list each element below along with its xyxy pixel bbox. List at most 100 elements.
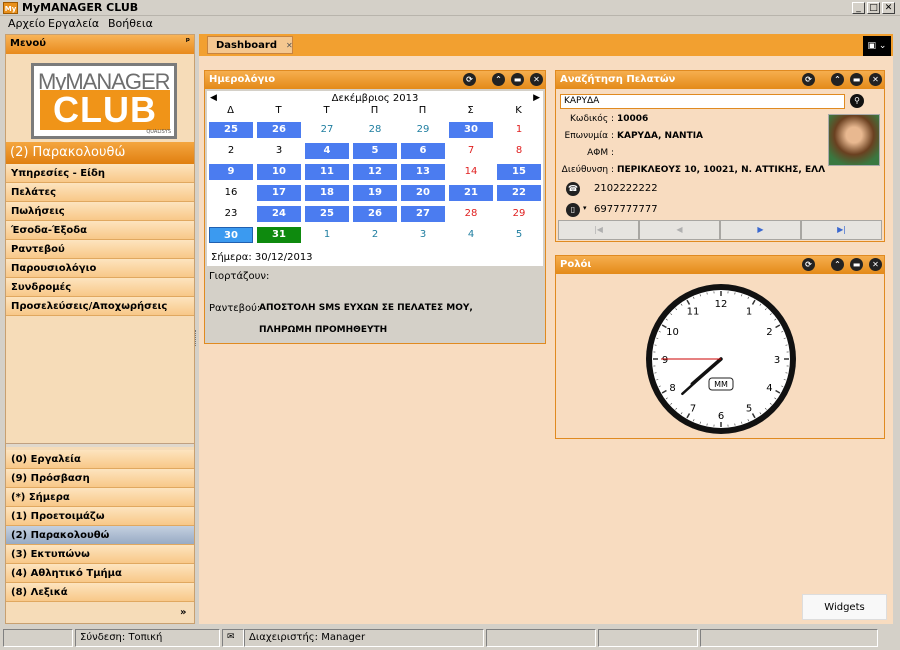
menu-tools[interactable]: Εργαλεία	[48, 17, 99, 30]
calendar-day[interactable]: 27	[305, 122, 349, 138]
search-icon[interactable]: ⚲	[850, 94, 864, 108]
more-chevron-icon[interactable]: »	[180, 607, 186, 618]
calendar-day[interactable]: 17	[257, 185, 301, 201]
minimize-icon[interactable]: ▬	[850, 258, 863, 271]
group-dictionaries[interactable]: (8) Λεξικά	[6, 583, 194, 602]
calendar-day[interactable]: 29	[401, 122, 445, 138]
calendar-day[interactable]: 3	[401, 227, 445, 243]
group-today[interactable]: (*) Σήμερα	[6, 488, 194, 507]
calendar-day[interactable]: 26	[257, 122, 301, 138]
calendar-day[interactable]: 29	[497, 206, 541, 222]
menu-file[interactable]: Αρχείο	[8, 17, 45, 30]
close-icon[interactable]: ✕	[530, 73, 543, 86]
close-button[interactable]: ✕	[882, 2, 895, 14]
refresh-icon[interactable]: ⟳	[802, 258, 815, 271]
collapse-icon[interactable]: ⌃	[831, 73, 844, 86]
clock-number: 9	[662, 355, 668, 366]
calendar-day[interactable]: 21	[449, 185, 493, 201]
first-record-button[interactable]: |◀	[558, 220, 639, 240]
close-icon[interactable]: ✕	[869, 73, 882, 86]
mobile-icon[interactable]: ▯	[566, 203, 580, 217]
sidebar-item-checkins[interactable]: Προσελεύσεις/Αποχωρήσεις	[6, 297, 194, 316]
group-prepare[interactable]: (1) Προετοιμάζω	[6, 507, 194, 526]
calendar-day[interactable]: 10	[257, 164, 301, 180]
last-record-button[interactable]: ▶|	[801, 220, 882, 240]
calendar-day[interactable]: 25	[209, 122, 253, 138]
calendar-day[interactable]: 14	[449, 164, 493, 180]
pin-icon[interactable]: ᵖ	[186, 37, 190, 47]
widgets-button[interactable]: Widgets	[802, 594, 887, 620]
prev-record-button[interactable]: ◀	[639, 220, 720, 240]
calendar-day[interactable]: 13	[401, 164, 445, 180]
sidebar-item-income-expenses[interactable]: Έσοδα-Έξοδα	[6, 221, 194, 240]
collapse-icon[interactable]: ⌃	[831, 258, 844, 271]
group-access[interactable]: (9) Πρόσβαση	[6, 469, 194, 488]
calendar-day[interactable]: 30	[449, 122, 493, 138]
calendar-day[interactable]: 3	[257, 143, 301, 159]
mobile-dropdown-icon[interactable]: ▾	[583, 204, 587, 212]
next-month-icon[interactable]: ▶	[533, 93, 540, 103]
calendar-day[interactable]: 16	[209, 185, 253, 201]
group-splitter[interactable]	[6, 443, 194, 447]
tab-menu-button[interactable]: ▣ ⌄	[863, 36, 891, 56]
calendar-day[interactable]: 25	[305, 206, 349, 222]
calendar-day[interactable]: 4	[449, 227, 493, 243]
calendar-day[interactable]: 12	[353, 164, 397, 180]
calendar-day[interactable]: 24	[257, 206, 301, 222]
sidebar-item-customers[interactable]: Πελάτες	[6, 183, 194, 202]
calendar-day[interactable]: 1	[497, 122, 541, 138]
calendar-day[interactable]: 27	[401, 206, 445, 222]
sidebar-item-subscriptions[interactable]: Συνδρομές	[6, 278, 194, 297]
calendar-day[interactable]: 20	[401, 185, 445, 201]
minimize-icon[interactable]: ▬	[511, 73, 524, 86]
calendar-day[interactable]: 26	[353, 206, 397, 222]
calendar-day[interactable]: 6	[401, 143, 445, 159]
weekday-header: Δ	[227, 105, 234, 116]
menu-help[interactable]: Βοήθεια	[108, 17, 153, 30]
refresh-icon[interactable]: ⟳	[463, 73, 476, 86]
calendar-day[interactable]: 28	[353, 122, 397, 138]
phone-icon[interactable]: ☎	[566, 182, 580, 196]
calendar-day[interactable]: 2	[209, 143, 253, 159]
calendar-day[interactable]: 28	[449, 206, 493, 222]
pane-resizer[interactable]	[195, 330, 198, 346]
calendar-day[interactable]: 5	[353, 143, 397, 159]
clock-number: 10	[666, 327, 679, 338]
address-label: Διεύθυνση :	[561, 165, 614, 175]
group-sports[interactable]: (4) Αθλητικό Τμήμα	[6, 564, 194, 583]
sidebar-item-appointments[interactable]: Ραντεβού	[6, 240, 194, 259]
tab-close-icon[interactable]: ✕	[286, 41, 293, 50]
sidebar-item-attendance[interactable]: Παρουσιολόγιο	[6, 259, 194, 278]
sidebar-item-sales[interactable]: Πωλήσεις	[6, 202, 194, 221]
calendar-day[interactable]: 19	[353, 185, 397, 201]
calendar-day[interactable]: 4	[305, 143, 349, 159]
calendar-day[interactable]: 23	[209, 206, 253, 222]
calendar-day[interactable]: 1	[305, 227, 349, 243]
minimize-icon[interactable]: ▬	[850, 73, 863, 86]
maximize-button[interactable]: □	[867, 2, 880, 14]
calendar-day[interactable]: 9	[209, 164, 253, 180]
weekday-header: Τ	[275, 105, 282, 116]
calendar-day[interactable]: 7	[449, 143, 493, 159]
calendar-day[interactable]: 30	[209, 227, 253, 243]
calendar-day[interactable]: 11	[305, 164, 349, 180]
calendar-day[interactable]: 15	[497, 164, 541, 180]
appointment-item: ΠΛΗΡΩΜΗ ΠΡΟΜΗΘΕΥΤΗ	[259, 325, 388, 335]
next-record-button[interactable]: ▶	[720, 220, 801, 240]
refresh-icon[interactable]: ⟳	[802, 73, 815, 86]
calendar-day[interactable]: 22	[497, 185, 541, 201]
tab-dashboard[interactable]: Dashboard ✕	[207, 36, 293, 54]
group-monitor[interactable]: (2) Παρακολουθώ	[6, 526, 194, 545]
group-tools[interactable]: (0) Εργαλεία	[6, 450, 194, 469]
customer-search-input[interactable]: ΚΑΡΥΔΑ	[560, 94, 845, 109]
calendar-day[interactable]: 18	[305, 185, 349, 201]
calendar-day[interactable]: 5	[497, 227, 541, 243]
group-print[interactable]: (3) Εκτυπώνω	[6, 545, 194, 564]
close-icon[interactable]: ✕	[869, 258, 882, 271]
calendar-day[interactable]: 2	[353, 227, 397, 243]
calendar-day[interactable]: 31	[257, 227, 301, 243]
sidebar-item-services[interactable]: Υπηρεσίες - Είδη	[6, 164, 194, 183]
collapse-icon[interactable]: ⌃	[492, 73, 505, 86]
calendar-day[interactable]: 8	[497, 143, 541, 159]
minimize-button[interactable]: _	[852, 2, 865, 14]
